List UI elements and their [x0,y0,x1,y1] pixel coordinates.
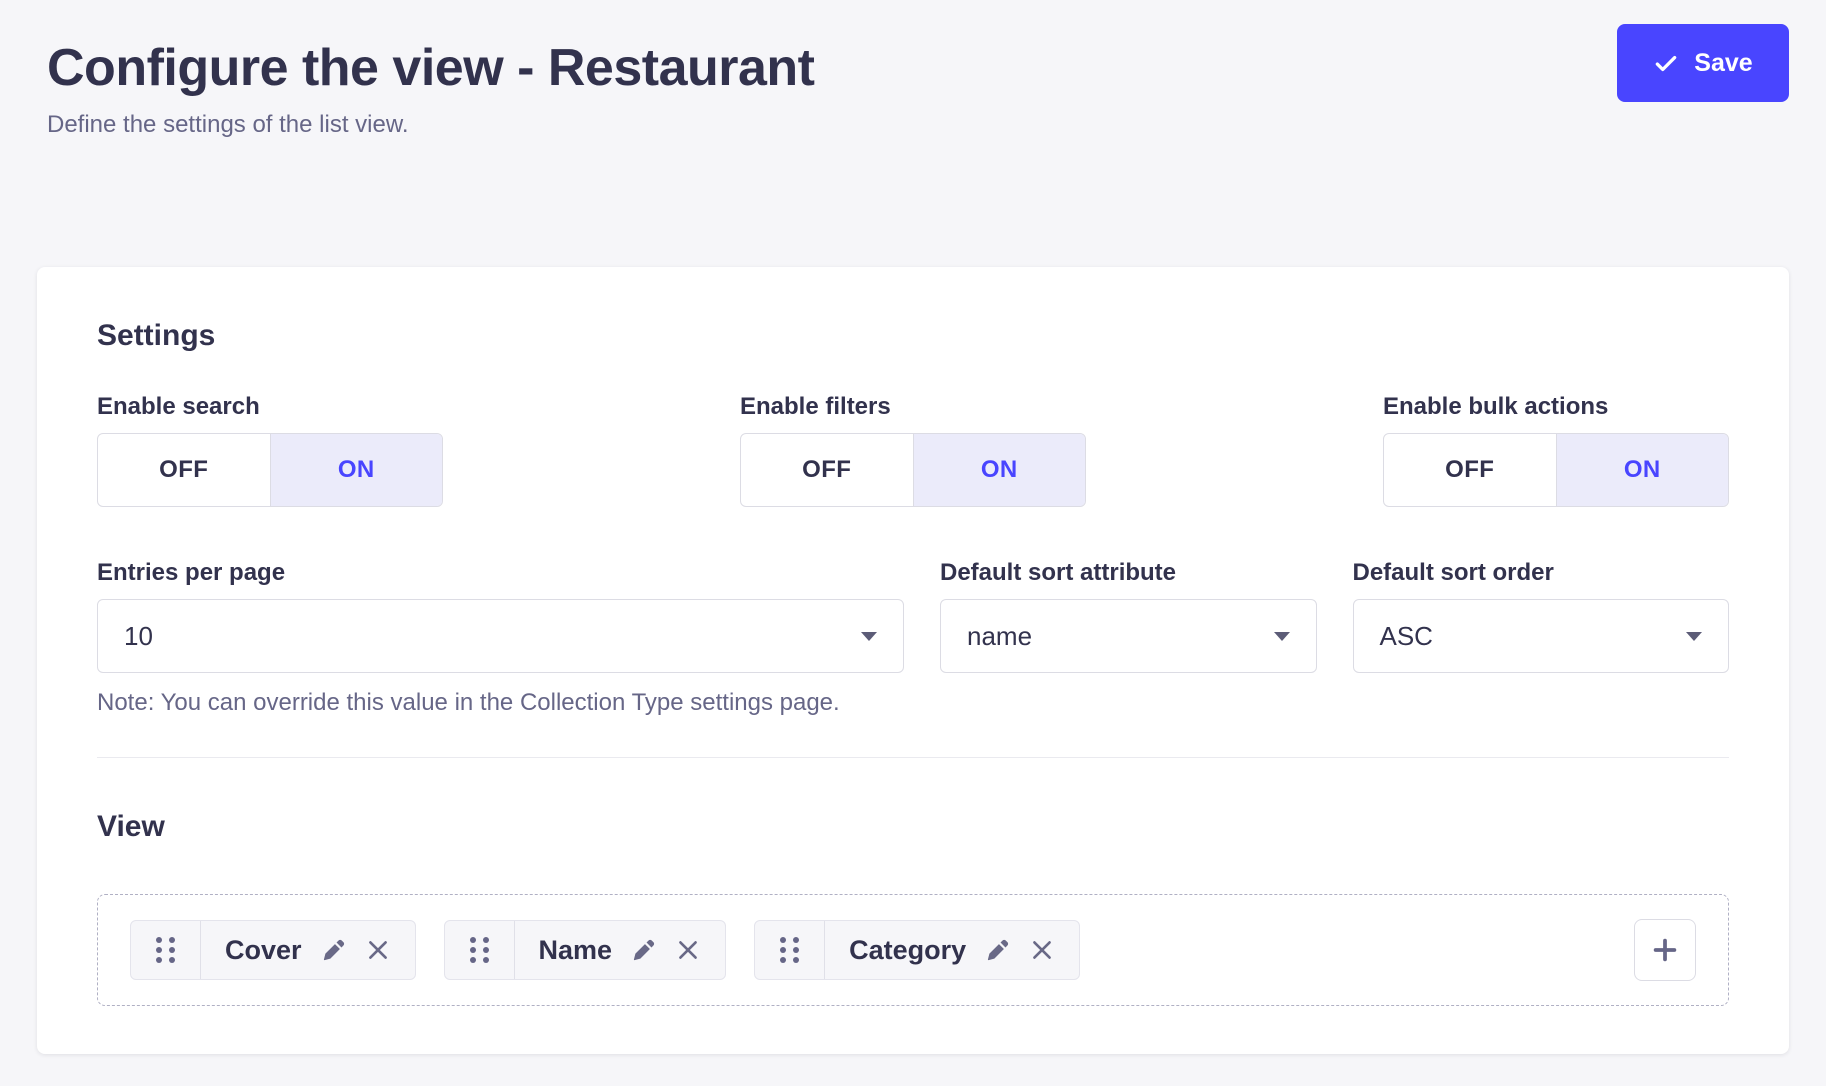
page-subtitle: Define the settings of the list view. [47,110,815,140]
enable-bulk-actions-on-option[interactable]: ON [1556,434,1729,506]
enable-filters-label: Enable filters [740,393,1086,421]
chevron-down-icon [1274,632,1290,641]
save-button[interactable]: Save [1617,24,1789,102]
view-heading: View [97,812,1729,842]
save-button-label: Save [1694,49,1752,78]
default-sort-attribute-value: name [967,621,1032,652]
entries-per-page-note: Note: You can override this value in the… [97,689,904,717]
default-sort-attribute-field: Default sort attribute name [940,559,1317,717]
default-sort-order-label: Default sort order [1353,559,1730,587]
default-sort-attribute-label: Default sort attribute [940,559,1317,587]
title-block: Configure the view - Restaurant Define t… [47,36,815,140]
view-column-chip-category: Category [754,920,1080,980]
toggle-field-enable-bulk-actions: Enable bulk actions OFF ON [1383,393,1729,507]
chip-body: Name [515,921,726,979]
plus-icon [1650,935,1680,965]
edit-column-button[interactable] [984,937,1011,964]
pencil-icon [630,937,657,964]
drag-dots-icon [470,937,489,963]
enable-search-label: Enable search [97,393,443,421]
close-icon [1029,937,1055,963]
remove-column-button[interactable] [675,937,701,963]
chevron-down-icon [861,632,877,641]
settings-card: Settings Enable search OFF ON Enable fil… [37,267,1789,1054]
enable-filters-off-option[interactable]: OFF [741,434,913,506]
settings-heading: Settings [97,321,1729,351]
default-sort-attribute-select[interactable]: name [940,599,1317,673]
remove-column-button[interactable] [1029,937,1055,963]
close-icon [365,937,391,963]
enable-bulk-actions-toggle: OFF ON [1383,433,1729,507]
enable-search-toggle: OFF ON [97,433,443,507]
entries-per-page-value: 10 [124,621,153,652]
enable-search-on-option[interactable]: ON [270,434,443,506]
chevron-down-icon [1686,632,1702,641]
close-icon [675,937,701,963]
chip-body: Category [825,921,1079,979]
enable-bulk-actions-off-option[interactable]: OFF [1384,434,1556,506]
drag-handle[interactable] [131,921,201,979]
edit-column-button[interactable] [320,937,347,964]
page-title: Configure the view - Restaurant [47,36,815,100]
enable-search-off-option[interactable]: OFF [98,434,270,506]
view-columns-dropzone: Cover Name [97,894,1729,1006]
default-sort-order-select[interactable]: ASC [1353,599,1730,673]
default-sort-order-value: ASC [1380,621,1433,652]
view-column-chip-name: Name [444,920,727,980]
add-column-button[interactable] [1634,919,1696,981]
entries-per-page-select[interactable]: 10 [97,599,904,673]
chip-label: Cover [225,935,302,966]
toggles-row: Enable search OFF ON Enable filters OFF … [97,393,1729,507]
drag-handle[interactable] [755,921,825,979]
enable-bulk-actions-label: Enable bulk actions [1383,393,1729,421]
remove-column-button[interactable] [365,937,391,963]
selects-row: Entries per page 10 Note: You can overri… [97,559,1729,717]
entries-per-page-field: Entries per page 10 Note: You can overri… [97,559,904,717]
chip-label: Category [849,935,966,966]
pencil-icon [320,937,347,964]
entries-per-page-label: Entries per page [97,559,904,587]
edit-column-button[interactable] [630,937,657,964]
toggle-field-enable-filters: Enable filters OFF ON [740,393,1086,507]
default-sort-order-field: Default sort order ASC [1353,559,1730,717]
toggle-field-enable-search: Enable search OFF ON [97,393,443,507]
section-divider [97,757,1729,758]
chip-label: Name [539,935,613,966]
check-icon [1653,50,1679,76]
drag-handle[interactable] [445,921,515,979]
view-column-chip-cover: Cover [130,920,416,980]
page-header: Configure the view - Restaurant Define t… [0,0,1826,140]
chip-body: Cover [201,921,415,979]
drag-dots-icon [780,937,799,963]
pencil-icon [984,937,1011,964]
enable-filters-toggle: OFF ON [740,433,1086,507]
enable-filters-on-option[interactable]: ON [913,434,1086,506]
drag-dots-icon [156,937,175,963]
